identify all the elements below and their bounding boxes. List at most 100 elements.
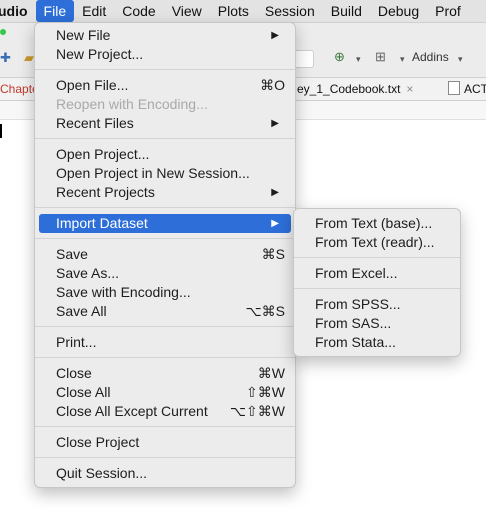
menu-item-label: Save All xyxy=(56,303,107,319)
menu-separator xyxy=(35,238,295,239)
menu-item-from-text-readr[interactable]: From Text (readr)... xyxy=(298,233,456,252)
menu-item-label: Close All Except Current xyxy=(56,403,208,419)
menu-item-label: Close All xyxy=(56,384,111,400)
menu-item-recent-projects[interactable]: Recent Projects ▶ xyxy=(39,183,291,202)
tab-codebook[interactable]: ey_1_Codebook.txt × xyxy=(297,81,413,97)
tab-act-label: ACT_df xyxy=(464,82,486,96)
menu-item-label: From Text (readr)... xyxy=(315,234,435,250)
menu-item-import-dataset[interactable]: Import Dataset ▶ xyxy=(39,214,291,233)
version-control-icon[interactable]: ⊕ xyxy=(334,49,345,65)
menu-item-label: Close xyxy=(56,365,92,381)
import-dataset-submenu: From Text (base)... From Text (readr)...… xyxy=(293,208,461,357)
text-cursor xyxy=(0,124,2,138)
new-file-icon[interactable]: ✚ xyxy=(0,50,11,66)
menu-item-reopen-encoding: Reopen with Encoding... xyxy=(39,95,291,114)
menu-separator xyxy=(35,207,295,208)
menu-separator xyxy=(35,457,295,458)
menu-item-close-all[interactable]: Close All ⇧⌘W xyxy=(39,383,291,402)
shortcut-label: ⌥⇧⌘W xyxy=(229,403,285,419)
menu-separator xyxy=(35,69,295,70)
menu-item-label: Quit Session... xyxy=(56,465,148,481)
chevron-down-icon[interactable]: ▾ xyxy=(458,54,463,65)
menu-profile[interactable]: Prof xyxy=(427,0,469,22)
menu-item-close-project[interactable]: Close Project xyxy=(39,433,291,452)
menu-separator xyxy=(294,288,460,289)
submenu-arrow-icon: ▶ xyxy=(271,218,279,229)
grid-layout-icon[interactable]: ⊞ xyxy=(375,49,386,65)
menu-debug[interactable]: Debug xyxy=(370,0,427,22)
shortcut-label: ⇧⌘W xyxy=(246,384,285,400)
tab-act-df[interactable]: ACT_df xyxy=(448,81,486,97)
window-zoom-button[interactable] xyxy=(0,29,6,35)
menu-item-label: Close Project xyxy=(56,434,140,450)
shortcut-label: ⌘S xyxy=(261,246,285,262)
app-menu[interactable]: udio xyxy=(0,0,36,22)
menu-separator xyxy=(35,357,295,358)
menu-separator xyxy=(35,426,295,427)
menu-file[interactable]: File xyxy=(35,0,75,22)
menu-item-label: From Stata... xyxy=(315,334,396,350)
menu-item-open-file[interactable]: Open File... ⌘O xyxy=(39,76,291,95)
menu-view[interactable]: View xyxy=(164,0,210,22)
menu-item-label: From Excel... xyxy=(315,265,398,281)
menu-item-new-file[interactable]: New File ▶ xyxy=(39,26,291,45)
menu-separator xyxy=(294,257,460,258)
close-icon[interactable]: × xyxy=(406,82,413,96)
menu-item-label: New File xyxy=(56,27,111,43)
menu-item-label: Recent Projects xyxy=(56,184,155,200)
menu-code[interactable]: Code xyxy=(114,0,163,22)
menu-edit[interactable]: Edit xyxy=(74,0,114,22)
table-icon xyxy=(448,81,460,95)
submenu-arrow-icon: ▶ xyxy=(271,187,279,198)
menu-separator xyxy=(35,326,295,327)
menu-item-label: From SPSS... xyxy=(315,296,401,312)
menu-item-new-project[interactable]: New Project... xyxy=(39,45,291,64)
menu-item-from-stata[interactable]: From Stata... xyxy=(298,333,456,352)
menu-item-from-sas[interactable]: From SAS... xyxy=(298,314,456,333)
menu-item-label: From SAS... xyxy=(315,315,392,331)
menu-item-save-as[interactable]: Save As... xyxy=(39,264,291,283)
menu-item-recent-files[interactable]: Recent Files ▶ xyxy=(39,114,291,133)
shortcut-label: ⌥⌘S xyxy=(245,303,285,319)
menu-item-from-excel[interactable]: From Excel... xyxy=(298,264,456,283)
menu-item-save[interactable]: Save ⌘S xyxy=(39,245,291,264)
menu-item-label: Open Project... xyxy=(56,146,150,162)
submenu-arrow-icon: ▶ xyxy=(271,30,279,41)
menu-item-label: Recent Files xyxy=(56,115,134,131)
menu-item-save-with-encoding[interactable]: Save with Encoding... xyxy=(39,283,291,302)
menu-item-label: Save xyxy=(56,246,88,262)
menu-item-quit-session[interactable]: Quit Session... xyxy=(39,464,291,483)
menu-item-label: Save with Encoding... xyxy=(56,284,191,300)
tab-codebook-label: ey_1_Codebook.txt xyxy=(297,82,401,96)
menu-plots[interactable]: Plots xyxy=(210,0,257,22)
menu-item-label: Import Dataset xyxy=(56,215,148,231)
menu-item-label: Reopen with Encoding... xyxy=(56,96,208,112)
file-menu: New File ▶ New Project... Open File... ⌘… xyxy=(34,22,296,488)
menu-item-label: Open Project in New Session... xyxy=(56,165,250,181)
menu-item-open-project-new-session[interactable]: Open Project in New Session... xyxy=(39,164,291,183)
addins-button[interactable]: Addins xyxy=(412,50,449,64)
menu-item-from-spss[interactable]: From SPSS... xyxy=(298,295,456,314)
menu-separator xyxy=(35,138,295,139)
menu-item-from-text-base[interactable]: From Text (base)... xyxy=(298,214,456,233)
menu-bar: udio File Edit Code View Plots Session B… xyxy=(0,0,486,23)
submenu-arrow-icon: ▶ xyxy=(271,118,279,129)
shortcut-label: ⌘W xyxy=(257,365,285,381)
menu-item-label: New Project... xyxy=(56,46,144,62)
tab-chapter[interactable]: Chapte xyxy=(0,81,39,97)
open-folder-icon[interactable]: ▰ xyxy=(24,50,34,66)
menu-session[interactable]: Session xyxy=(257,0,323,22)
menu-item-label: Save As... xyxy=(56,265,120,281)
menu-build[interactable]: Build xyxy=(323,0,370,22)
menu-item-label: Print... xyxy=(56,334,97,350)
menu-item-open-project[interactable]: Open Project... xyxy=(39,145,291,164)
chevron-down-icon[interactable]: ▾ xyxy=(356,54,361,65)
menu-item-close-all-except-current[interactable]: Close All Except Current ⌥⇧⌘W xyxy=(39,402,291,421)
menu-item-print[interactable]: Print... xyxy=(39,333,291,352)
menu-item-save-all[interactable]: Save All ⌥⌘S xyxy=(39,302,291,321)
shortcut-label: ⌘O xyxy=(260,77,285,93)
menu-item-label: Open File... xyxy=(56,77,129,93)
menu-item-label: From Text (base)... xyxy=(315,215,433,231)
menu-item-close[interactable]: Close ⌘W xyxy=(39,364,291,383)
chevron-down-icon[interactable]: ▾ xyxy=(400,54,405,65)
